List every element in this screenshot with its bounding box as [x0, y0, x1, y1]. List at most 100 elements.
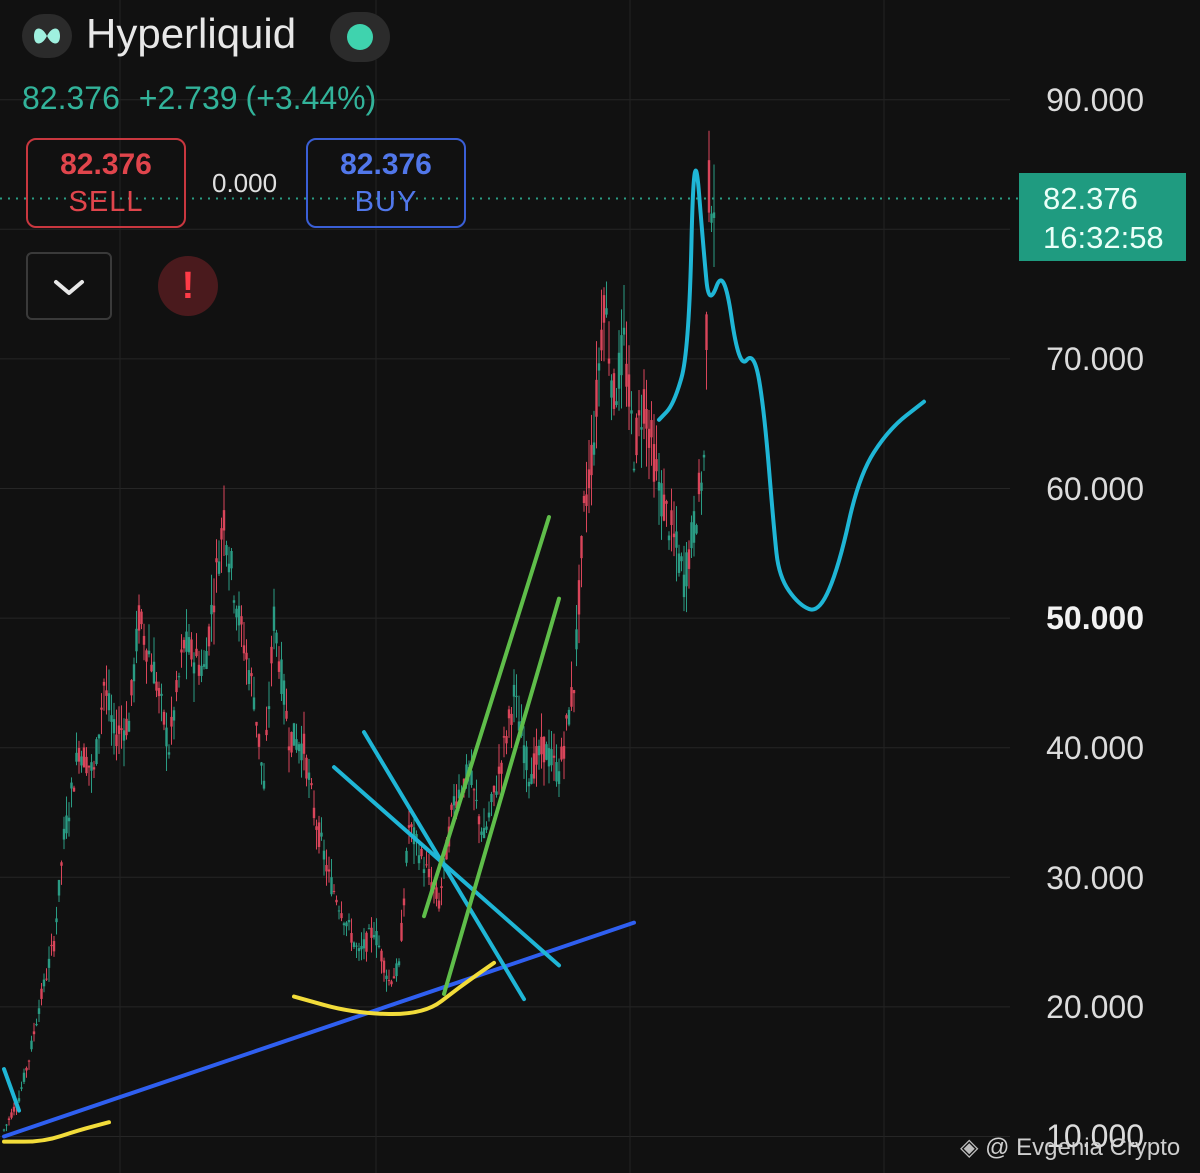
candle-body — [422, 869, 426, 874]
candle-body — [207, 626, 211, 647]
candle-body — [645, 408, 648, 429]
candle-body — [565, 715, 568, 719]
candle-body — [75, 752, 78, 762]
candle-body — [5, 1124, 8, 1126]
candle-body — [687, 549, 691, 569]
candle-body — [380, 950, 383, 962]
candle-body — [170, 716, 173, 727]
candle-countdown: 16:32:58 — [1043, 220, 1164, 255]
candle-body — [685, 552, 688, 587]
candle-body — [237, 605, 241, 626]
candle-body — [77, 747, 81, 762]
candle-body — [630, 410, 633, 414]
candle-body — [332, 890, 336, 892]
candle-body — [87, 765, 91, 768]
candle-body — [150, 664, 153, 672]
candle-body — [657, 481, 661, 491]
candle-body — [220, 528, 223, 540]
candle-body — [65, 815, 68, 834]
candle-body — [700, 482, 703, 491]
candle-body — [575, 629, 578, 650]
candle-body — [27, 1060, 31, 1062]
candle-body — [370, 927, 373, 938]
candle-body — [140, 611, 143, 625]
candle-body — [637, 410, 641, 416]
candle-body — [677, 553, 681, 573]
buy-price: 82.376 — [340, 148, 432, 181]
candle-body — [497, 766, 501, 774]
candle-body — [317, 822, 321, 848]
candle-body — [712, 212, 716, 218]
candle-body — [25, 1067, 28, 1071]
candle-body — [282, 680, 286, 705]
candle-body — [235, 608, 238, 618]
candle-body — [395, 963, 398, 977]
watermark-text: @ Evgenia Crypto — [985, 1134, 1181, 1161]
candle-body — [40, 988, 43, 999]
candle-body — [452, 796, 456, 806]
candle-body — [682, 574, 686, 598]
candle-body — [325, 865, 328, 872]
candle-body — [175, 680, 178, 693]
candle-body — [90, 762, 93, 771]
candle-body — [692, 511, 696, 543]
candle-body — [162, 711, 166, 725]
candle-body — [377, 945, 381, 947]
candle-body — [222, 510, 226, 531]
candle-body — [610, 380, 613, 398]
candle-body — [570, 687, 573, 707]
candle-body — [275, 632, 278, 644]
candle-body — [642, 389, 646, 424]
candle-body — [407, 825, 411, 828]
sell-button[interactable]: 82.376 SELL — [26, 138, 186, 228]
live-dot-icon — [330, 12, 390, 62]
candle-body — [602, 295, 606, 323]
axis-label: 40.000 — [1046, 730, 1144, 766]
candle-body — [552, 755, 556, 758]
candle-body — [405, 850, 408, 863]
candle-body — [342, 923, 346, 926]
candle-body — [595, 379, 598, 417]
current-price-tag: 82.376 16:32:58 — [1019, 173, 1186, 261]
candle-body — [597, 363, 601, 371]
candle-body — [92, 767, 96, 770]
candle-body — [397, 961, 401, 966]
candle-body — [30, 1040, 33, 1050]
candle-body — [522, 745, 526, 764]
axis-label: 90.000 — [1046, 82, 1144, 118]
candle-body — [702, 454, 706, 458]
candle-body — [67, 817, 71, 822]
candle-body — [212, 605, 216, 613]
candle-body — [172, 710, 176, 721]
candle-body — [157, 687, 161, 697]
candle-body — [705, 314, 708, 350]
candle-body — [180, 649, 183, 653]
candle-body — [337, 910, 341, 912]
buy-button[interactable]: 82.376 BUY — [306, 138, 466, 228]
alert-icon[interactable]: ! — [158, 256, 218, 316]
candle-body — [120, 728, 123, 731]
candle-body — [495, 791, 498, 795]
candle-body — [192, 662, 196, 674]
candle-body — [197, 664, 201, 676]
candle-body — [672, 533, 676, 538]
candle-body — [255, 721, 258, 726]
candle-body — [132, 664, 136, 682]
candle-body — [385, 975, 388, 980]
candle-body — [100, 707, 103, 710]
candle-body — [10, 1112, 13, 1118]
candle-body — [502, 736, 506, 738]
candle-body — [45, 978, 48, 980]
candle-body — [390, 981, 393, 985]
candle-body — [202, 664, 206, 667]
candle-body — [500, 762, 503, 774]
candle-body — [525, 746, 528, 771]
symbol-title: Hyperliquid — [86, 10, 297, 57]
candle-body — [440, 886, 443, 888]
dropdown-button[interactable] — [26, 252, 112, 320]
price-change: +2.739 — [138, 80, 238, 116]
candle-body — [480, 831, 483, 835]
candle-body — [362, 939, 366, 949]
candle-body — [670, 510, 673, 526]
candle-body — [365, 932, 368, 952]
